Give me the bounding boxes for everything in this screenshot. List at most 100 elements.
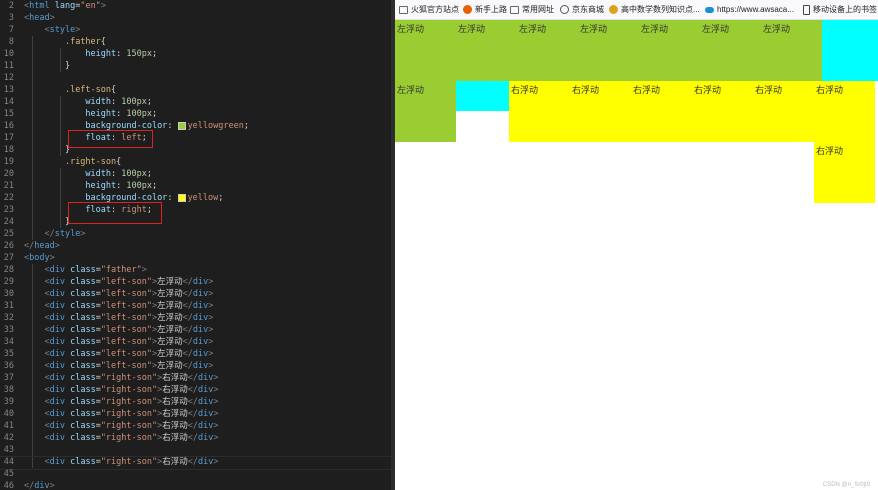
code-text: height: 100px;: [24, 108, 157, 120]
code-line[interactable]: 28 <div class="father">: [0, 264, 391, 276]
code-token: div: [49, 397, 71, 407]
folder-icon: [399, 5, 408, 14]
bookmark-mobile[interactable]: 移动设备上的书签: [803, 0, 877, 19]
bookmark-math-notes[interactable]: 高中数学数列知识点...: [609, 0, 700, 19]
code-line[interactable]: 26 </head>: [0, 240, 391, 252]
line-number: 12: [3, 73, 14, 83]
color-swatch-icon[interactable]: [177, 121, 186, 130]
line-number: 43: [3, 445, 14, 455]
code-token: </: [187, 421, 198, 431]
code-token: 左浮动: [157, 301, 183, 311]
firefox-icon: [463, 5, 472, 15]
code-line[interactable]: 8 .father{: [0, 36, 391, 48]
code-text: .right-son{: [24, 156, 121, 168]
code-token: 100px: [126, 109, 152, 119]
code-line[interactable]: 31 <div class="left-son">左浮动</div>: [0, 300, 391, 312]
code-line[interactable]: 32 <div class="left-son">左浮动</div>: [0, 312, 391, 324]
code-token: div: [49, 349, 71, 359]
code-line[interactable]: 36 <div class="left-son">左浮动</div>: [0, 360, 391, 372]
line-number: 29: [3, 277, 14, 287]
line-number: 13: [3, 85, 14, 95]
code-line[interactable]: 21 height: 100px;: [0, 180, 391, 192]
code-line[interactable]: 29 <div class="left-son">左浮动</div>: [0, 276, 391, 288]
code-line[interactable]: 41 <div class="right-son">右浮动</div>: [0, 420, 391, 432]
code-token: class: [70, 373, 96, 383]
code-line[interactable]: 15 height: 100px;: [0, 108, 391, 120]
code-text: <head>: [24, 12, 55, 24]
code-line[interactable]: 23 float: right;: [0, 204, 391, 216]
code-token: ;: [243, 121, 249, 131]
code-line[interactable]: 11 }: [0, 60, 391, 72]
code-line[interactable]: 22 background-color: yellow;: [0, 192, 391, 204]
bookmark-official-site[interactable]: 火狐官方站点: [399, 0, 459, 19]
code-line[interactable]: 39 <div class="right-son">右浮动</div>: [0, 396, 391, 408]
code-line[interactable]: 34 <div class="left-son">左浮动</div>: [0, 336, 391, 348]
line-number: 28: [3, 265, 14, 275]
code-line[interactable]: 42 <div class="right-son">右浮动</div>: [0, 432, 391, 444]
bookmark-awsaca[interactable]: https://www.awsaca...: [705, 0, 794, 19]
code-line[interactable]: 46 </div>: [0, 480, 391, 490]
code-line[interactable]: 24 }: [0, 216, 391, 228]
code-line[interactable]: 37 <div class="right-son">右浮动</div>: [0, 372, 391, 384]
code-line[interactable]: 19 .right-son{: [0, 156, 391, 168]
code-text: <div class="right-son">右浮动</div>: [24, 384, 218, 396]
code-line[interactable]: 7 <style>: [0, 24, 391, 36]
line-number: 21: [3, 181, 14, 191]
code-token: div: [49, 289, 71, 299]
code-token: :: [116, 181, 127, 191]
left-son-box: 左浮动: [578, 20, 639, 81]
color-swatch-icon[interactable]: [177, 193, 186, 202]
code-text: }: [24, 144, 70, 156]
code-token: </: [187, 409, 198, 419]
code-editor[interactable]: 2 <html lang="en"> 3 <head> 7 <style> 8 .fath…: [0, 0, 391, 490]
mobile-icon: [803, 4, 810, 15]
code-token: :: [111, 97, 122, 107]
code-line[interactable]: 20 width: 100px;: [0, 168, 391, 180]
code-line[interactable]: 2 <html lang="en">: [0, 0, 391, 12]
code-text: <div class="right-son">右浮动</div>: [24, 432, 218, 444]
bookmark-jd-mall[interactable]: 京东商城: [560, 0, 604, 19]
right-son-box: 右浮动: [692, 81, 753, 142]
code-line[interactable]: 17 float: left;: [0, 132, 391, 144]
code-token: yellowgreen: [187, 121, 244, 131]
code-line[interactable]: 30 <div class="left-son">左浮动</div>: [0, 288, 391, 300]
code-line[interactable]: 10 height: 150px;: [0, 48, 391, 60]
code-line[interactable]: 12: [0, 72, 391, 84]
code-token: div: [192, 301, 209, 311]
bookmark-getting-started[interactable]: 新手上路: [463, 0, 507, 19]
bookmarks-bar: 火狐官方站点 新手上路 常用网址 京东商城 高中数学数列知识点... https…: [395, 0, 878, 20]
code-token: >: [49, 13, 55, 23]
code-line[interactable]: 14 width: 100px;: [0, 96, 391, 108]
code-text: <html lang="en">: [24, 0, 106, 12]
code-line[interactable]: 13 .left-son{: [0, 84, 391, 96]
code-token: 左浮动: [157, 325, 183, 335]
code-line[interactable]: 27 <body>: [0, 252, 391, 264]
code-token: "right-son": [100, 409, 158, 419]
code-line[interactable]: 35 <div class="left-son">左浮动</div>: [0, 348, 391, 360]
bookmark-common-sites[interactable]: 常用网址: [510, 0, 554, 19]
code-line[interactable]: 33 <div class="left-son">左浮动</div>: [0, 324, 391, 336]
code-line[interactable]: 16 background-color: yellowgreen;: [0, 120, 391, 132]
code-token: "left-son": [100, 349, 152, 359]
code-text: <div class="left-son">左浮动</div>: [24, 360, 213, 372]
code-line[interactable]: 18 }: [0, 144, 391, 156]
code-text: </div>: [24, 480, 55, 490]
code-line[interactable]: 40 <div class="right-son">右浮动</div>: [0, 408, 391, 420]
line-number: 41: [3, 421, 14, 431]
code-token: >: [208, 301, 214, 311]
code-line[interactable]: 43: [0, 444, 391, 456]
code-token: div: [198, 421, 214, 431]
code-token: lang: [54, 1, 76, 11]
code-line[interactable]: 3 <head>: [0, 12, 391, 24]
code-line[interactable]: 44 <div class="right-son">右浮动</div>: [0, 456, 391, 468]
code-line[interactable]: 38 <div class="right-son">右浮动</div>: [0, 384, 391, 396]
code-line[interactable]: 25 </style>: [0, 228, 391, 240]
code-token: "father": [100, 265, 142, 275]
code-line[interactable]: 45: [0, 468, 391, 480]
line-number: 8: [8, 37, 14, 47]
code-token: 右浮动: [162, 397, 188, 407]
